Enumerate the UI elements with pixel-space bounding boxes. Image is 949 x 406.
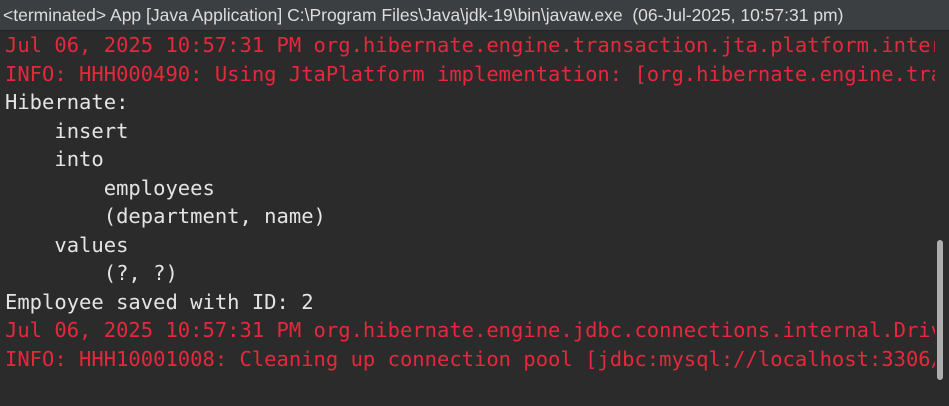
- console-line[interactable]: (department, name): [5, 202, 338, 231]
- console-line[interactable]: values: [5, 231, 128, 260]
- console-line[interactable]: (?, ?): [5, 259, 178, 288]
- console-output[interactable]: Jul 06, 2025 10:57:31 PM org.hibernate.e…: [0, 31, 935, 406]
- console-title: <terminated> App [Java Application] C:\P…: [3, 5, 844, 25]
- console-line[interactable]: Employee saved with ID: 2: [5, 288, 314, 317]
- console-line[interactable]: Jul 06, 2025 10:57:31 PM org.hibernate.e…: [5, 316, 935, 345]
- scrollbar-thumb[interactable]: [937, 240, 943, 380]
- console-line[interactable]: insert: [5, 117, 141, 146]
- console-line[interactable]: into: [5, 145, 103, 174]
- console-line[interactable]: INFO: HHH10001008: Cleaning up connectio…: [5, 345, 935, 374]
- console-view: <terminated> App [Java Application] C:\P…: [0, 0, 949, 406]
- console-line[interactable]: employees: [5, 174, 215, 203]
- console-line[interactable]: Hibernate:: [5, 88, 141, 117]
- console-line[interactable]: INFO: HHH000490: Using JtaPlatform imple…: [5, 60, 935, 89]
- console-title-bar: <terminated> App [Java Application] C:\P…: [0, 0, 949, 31]
- console-line[interactable]: Jul 06, 2025 10:57:31 PM org.hibernate.e…: [5, 31, 935, 60]
